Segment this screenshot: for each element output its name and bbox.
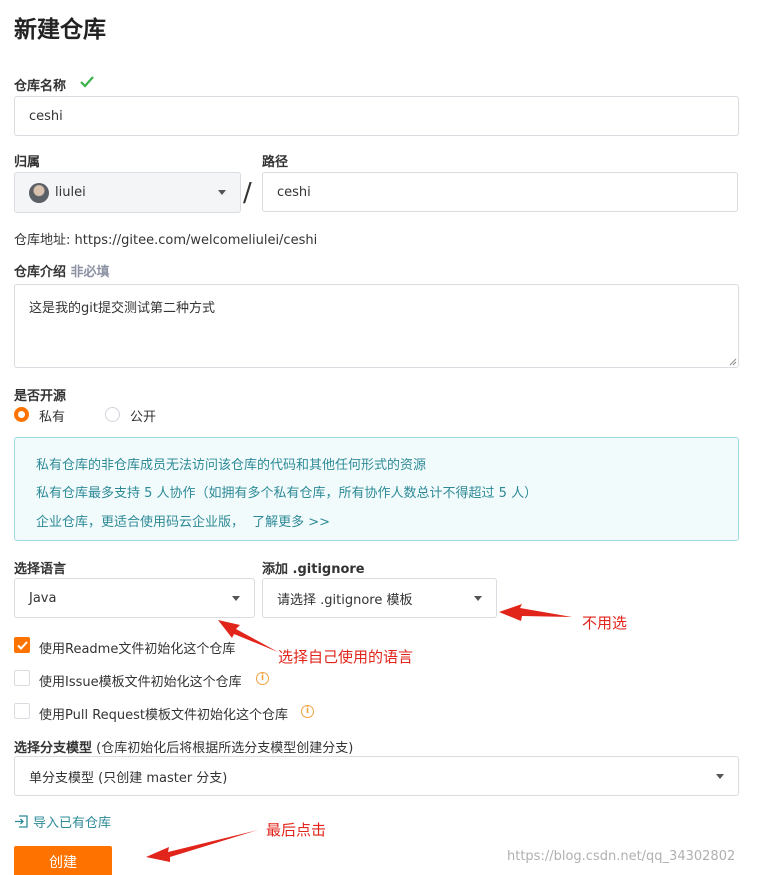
notice-line-2: 私有仓库最多支持 5 人协作（如拥有多个私有仓库，所有协作人数总计不得超过 5 … xyxy=(36,486,538,501)
checkmark-icon xyxy=(16,640,28,650)
language-label: 选择语言 xyxy=(14,562,67,577)
create-button[interactable]: 创建 xyxy=(14,846,112,875)
init-readme-checkbox[interactable] xyxy=(14,637,30,653)
init-readme-label: 使用Readme文件初始化这个仓库 xyxy=(39,642,236,657)
gitignore-select[interactable]: 请选择 .gitignore 模板 xyxy=(262,578,497,618)
description-textarea[interactable]: 这是我的git提交测试第二种方式 xyxy=(14,284,739,368)
description-value: 这是我的git提交测试第二种方式 xyxy=(29,301,215,316)
description-label: 仓库介绍 非必填 xyxy=(14,261,110,280)
chevron-down-icon xyxy=(232,595,240,601)
import-repo-link[interactable]: 导入已有仓库 xyxy=(14,812,111,831)
owner-value: liulei xyxy=(55,185,86,200)
path-separator: / xyxy=(243,178,252,208)
branch-model-select[interactable]: 单分支模型 (只创建 master 分支) xyxy=(14,756,739,796)
repo-name-input[interactable]: ceshi xyxy=(14,96,739,136)
import-repo-text: 导入已有仓库 xyxy=(33,816,112,831)
learn-more-link[interactable]: 了解更多 >> xyxy=(252,515,330,530)
annotation-choose-language: 选择自己使用的语言 xyxy=(278,648,414,666)
chevron-down-icon xyxy=(474,595,482,601)
repo-name-value: ceshi xyxy=(29,108,63,124)
radio-private-label: 私有 xyxy=(39,410,66,425)
repo-address: 仓库地址: https://gitee.com/welcomeliulei/ce… xyxy=(14,229,317,248)
radio-private[interactable] xyxy=(14,407,29,422)
import-icon xyxy=(15,815,28,828)
info-icon[interactable]: i xyxy=(301,705,314,718)
language-value: Java xyxy=(29,590,57,606)
repo-name-label: 仓库名称 xyxy=(14,79,67,94)
watermark: https://blog.csdn.net/qq_34302802 xyxy=(507,849,736,864)
branch-model-value: 单分支模型 (只创建 master 分支) xyxy=(29,770,228,786)
annotation-finally-click: 最后点击 xyxy=(266,821,327,839)
check-icon xyxy=(80,76,94,88)
notice-line-3: 企业仓库，更适合使用码云企业版， 了解更多 >> xyxy=(36,511,330,530)
init-pr-checkbox[interactable] xyxy=(14,703,30,719)
init-pr-label: 使用Pull Request模板文件初始化这个仓库 xyxy=(39,708,289,723)
avatar xyxy=(29,182,49,203)
resize-handle-icon[interactable] xyxy=(728,357,737,366)
init-issue-label: 使用Issue模板文件初始化这个仓库 xyxy=(39,675,242,690)
arrow-to-create xyxy=(146,830,258,862)
enterprise-text: 企业仓库，更适合使用码云企业版， xyxy=(36,515,245,530)
repo-address-url: https://gitee.com/welcomeliulei/ceshi xyxy=(74,233,318,248)
init-issue-checkbox[interactable] xyxy=(14,670,30,686)
radio-public-label: 公开 xyxy=(130,410,157,425)
path-value: ceshi xyxy=(277,184,311,200)
info-icon[interactable]: i xyxy=(256,672,269,685)
branch-model-label: 选择分支模型 (仓库初始化后将根据所选分支模型创建分支) xyxy=(14,737,353,756)
description-hint: 非必填 xyxy=(70,265,110,280)
private-notice: 私有仓库的非仓库成员无法访问该仓库的代码和其他任何形式的资源 私有仓库最多支持 … xyxy=(14,437,739,541)
page-title: 新建仓库 xyxy=(14,17,106,43)
path-input[interactable]: ceshi xyxy=(262,172,738,212)
arrow-to-gitignore xyxy=(499,604,572,621)
chevron-down-icon xyxy=(218,190,226,195)
visibility-label: 是否开源 xyxy=(14,389,67,404)
annotation-no-need: 不用选 xyxy=(582,614,628,632)
radio-public[interactable] xyxy=(105,407,120,422)
gitignore-value: 请选择 .gitignore 模板 xyxy=(277,592,413,608)
chevron-down-icon xyxy=(716,773,724,779)
gitignore-label: 添加 .gitignore xyxy=(262,562,365,577)
repo-address-prefix: 仓库地址: xyxy=(14,233,71,248)
language-select[interactable]: Java xyxy=(14,578,255,618)
owner-label: 归属 xyxy=(14,155,41,170)
branch-model-hint: (仓库初始化后将根据所选分支模型创建分支) xyxy=(96,741,354,756)
branch-model-label-text: 选择分支模型 xyxy=(14,741,93,756)
description-label-text: 仓库介绍 xyxy=(14,265,67,280)
notice-line-1: 私有仓库的非仓库成员无法访问该仓库的代码和其他任何形式的资源 xyxy=(36,458,427,473)
new-repository-page: 新建仓库 仓库名称 ceshi 归属 liulei / 路径 ceshi 仓库地… xyxy=(0,0,759,875)
owner-select[interactable]: liulei xyxy=(14,172,241,213)
path-label: 路径 xyxy=(262,155,289,170)
